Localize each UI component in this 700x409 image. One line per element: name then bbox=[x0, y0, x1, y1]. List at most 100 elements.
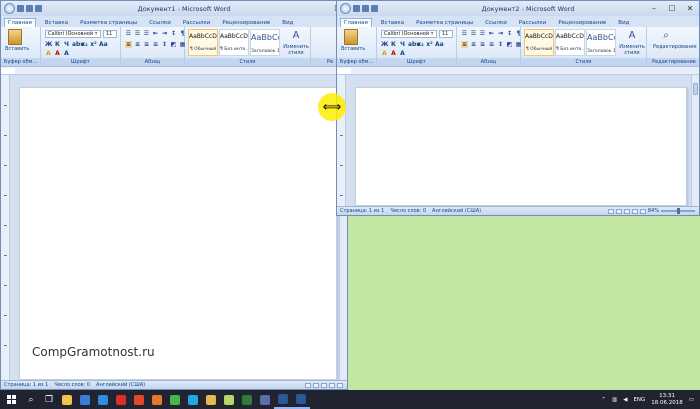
status-words[interactable]: Число слов: 0 bbox=[54, 382, 90, 388]
italic-button[interactable]: К bbox=[54, 41, 61, 48]
status-page[interactable]: Страница: 1 из 1 bbox=[340, 208, 384, 214]
explorer-icon[interactable] bbox=[202, 390, 220, 409]
italic-button[interactable]: К bbox=[390, 41, 397, 48]
tab-mailings[interactable]: Рассылки bbox=[516, 19, 550, 27]
chrome-icon[interactable] bbox=[166, 390, 184, 409]
numbering-icon[interactable]: ☰ bbox=[134, 30, 141, 37]
store-icon[interactable] bbox=[76, 390, 94, 409]
change-case-button[interactable]: Aa bbox=[435, 41, 444, 48]
undo-icon[interactable] bbox=[362, 5, 369, 12]
sort-icon[interactable]: ↕ bbox=[506, 30, 513, 37]
strikethrough-button[interactable]: abe bbox=[72, 41, 84, 48]
title-bar[interactable]: Документ2 - Microsoft Word – ☐ ✕ bbox=[337, 1, 699, 16]
opera-icon[interactable] bbox=[112, 390, 130, 409]
align-right-icon[interactable]: ≡ bbox=[143, 41, 150, 48]
tab-view[interactable]: Вид bbox=[615, 19, 632, 27]
superscript-button[interactable]: x² bbox=[90, 41, 97, 48]
increase-indent-icon[interactable]: ⇥ bbox=[497, 30, 504, 37]
word-doc2-icon[interactable] bbox=[292, 390, 310, 409]
ruler-tab-selector[interactable] bbox=[337, 68, 351, 74]
document-page[interactable] bbox=[19, 87, 337, 380]
font-name-box[interactable]: Calibri (Основной т bbox=[381, 30, 437, 38]
justify-icon[interactable]: ≡ bbox=[152, 41, 159, 48]
yandex-icon[interactable] bbox=[130, 390, 148, 409]
word-window-document2[interactable]: Документ2 - Microsoft Word – ☐ ✕ Главная… bbox=[336, 0, 700, 216]
paste-button[interactable]: Вставить bbox=[5, 29, 29, 52]
grow-font-button[interactable]: A bbox=[63, 50, 70, 57]
strikethrough-button[interactable]: abe bbox=[408, 41, 420, 48]
bullets-icon[interactable]: ☰ bbox=[125, 30, 132, 37]
font-size-box[interactable]: 11 bbox=[103, 30, 117, 38]
print-layout-icon[interactable] bbox=[607, 208, 614, 214]
full-screen-icon[interactable] bbox=[615, 208, 622, 214]
decrease-indent-icon[interactable]: ⇤ bbox=[488, 30, 495, 37]
web-layout-icon[interactable] bbox=[623, 208, 630, 214]
subscript-button[interactable]: x₂ bbox=[81, 41, 88, 48]
start-button[interactable] bbox=[0, 390, 22, 409]
edge-icon[interactable] bbox=[94, 390, 112, 409]
zoom-slider[interactable] bbox=[661, 208, 695, 214]
outline-icon[interactable] bbox=[329, 382, 335, 388]
horizontal-ruler[interactable] bbox=[337, 67, 699, 75]
font-size-box[interactable]: 11 bbox=[439, 30, 453, 38]
change-styles-button[interactable]: A Изменить стили bbox=[619, 29, 645, 56]
subscript-button[interactable]: x₂ bbox=[417, 41, 424, 48]
task-view-icon[interactable]: ❐ bbox=[40, 390, 58, 409]
tab-home[interactable]: Главная bbox=[4, 18, 36, 27]
highlight-button[interactable]: A bbox=[381, 50, 388, 57]
notifications-icon[interactable]: ▭ bbox=[689, 397, 694, 403]
underline-button[interactable]: Ч bbox=[63, 41, 70, 48]
status-language[interactable]: Английский (США) bbox=[432, 208, 481, 214]
style-heading1[interactable]: AaBbCc Заголовок 1 bbox=[250, 29, 280, 56]
vertical-ruler[interactable] bbox=[1, 75, 10, 380]
tab-references[interactable]: Ссылки bbox=[482, 19, 510, 27]
search-icon[interactable]: ⌕ bbox=[22, 390, 40, 409]
tab-page-layout[interactable]: Разметка страницы bbox=[413, 19, 476, 27]
undo-icon[interactable] bbox=[26, 5, 33, 12]
horizontal-ruler[interactable] bbox=[1, 67, 347, 75]
line-spacing-icon[interactable]: ↕ bbox=[161, 41, 168, 48]
save-icon[interactable] bbox=[17, 5, 24, 12]
network-icon[interactable]: ▥ bbox=[612, 397, 617, 403]
redo-icon[interactable] bbox=[35, 5, 42, 12]
ruler-tab-selector[interactable] bbox=[1, 68, 15, 74]
grow-font-button[interactable]: A bbox=[399, 50, 406, 57]
multilevel-icon[interactable]: ☰ bbox=[143, 30, 150, 37]
shading-icon[interactable]: ◩ bbox=[506, 41, 513, 48]
skype-icon[interactable] bbox=[184, 390, 202, 409]
volume-icon[interactable]: ◀ bbox=[623, 397, 627, 403]
document-page[interactable] bbox=[355, 87, 687, 206]
mail-icon[interactable] bbox=[256, 390, 274, 409]
highlight-button[interactable]: A bbox=[45, 50, 52, 57]
align-center-icon[interactable]: ≡ bbox=[470, 41, 477, 48]
align-right-icon[interactable]: ≡ bbox=[479, 41, 486, 48]
superscript-button[interactable]: x² bbox=[426, 41, 433, 48]
tab-review[interactable]: Рецензирование bbox=[219, 19, 273, 27]
tab-insert[interactable]: Вставка bbox=[42, 19, 71, 27]
zoom-level[interactable]: 84% bbox=[648, 208, 659, 214]
style-no-spacing[interactable]: AaBbCcDd ¶ Без инте... bbox=[219, 29, 249, 56]
style-no-spacing[interactable]: AaBbCcDd ¶ Без инте... bbox=[555, 29, 585, 56]
language-indicator[interactable]: ENG bbox=[633, 397, 645, 403]
outline-icon[interactable] bbox=[631, 208, 638, 214]
draft-icon[interactable] bbox=[337, 382, 343, 388]
word-window-document1[interactable]: Документ1 - Microsoft Word ☐ Главная Вст… bbox=[0, 0, 348, 390]
draft-icon[interactable] bbox=[639, 208, 646, 214]
tray-chevron-icon[interactable]: ⌃ bbox=[601, 397, 606, 403]
status-language[interactable]: Английский (США) bbox=[96, 382, 145, 388]
editing-button[interactable]: ⌕ Редактирование bbox=[653, 29, 697, 50]
office-button-icon[interactable] bbox=[4, 3, 15, 14]
font-name-box[interactable]: Calibri (Основной т bbox=[45, 30, 101, 38]
increase-indent-icon[interactable]: ⇥ bbox=[161, 30, 168, 37]
justify-icon[interactable]: ≡ bbox=[488, 41, 495, 48]
web-layout-icon[interactable] bbox=[321, 382, 327, 388]
font-color-button[interactable]: A bbox=[390, 50, 397, 57]
style-heading1[interactable]: AaBbCc Заголовок 1 bbox=[586, 29, 616, 56]
maximize-icon[interactable]: ☐ bbox=[663, 4, 681, 13]
bold-button[interactable]: Ж bbox=[45, 41, 52, 48]
paint-icon[interactable] bbox=[220, 390, 238, 409]
underline-button[interactable]: Ч bbox=[399, 41, 406, 48]
line-spacing-icon[interactable]: ↕ bbox=[497, 41, 504, 48]
full-screen-icon[interactable] bbox=[313, 382, 319, 388]
tab-references[interactable]: Ссылки bbox=[146, 19, 174, 27]
